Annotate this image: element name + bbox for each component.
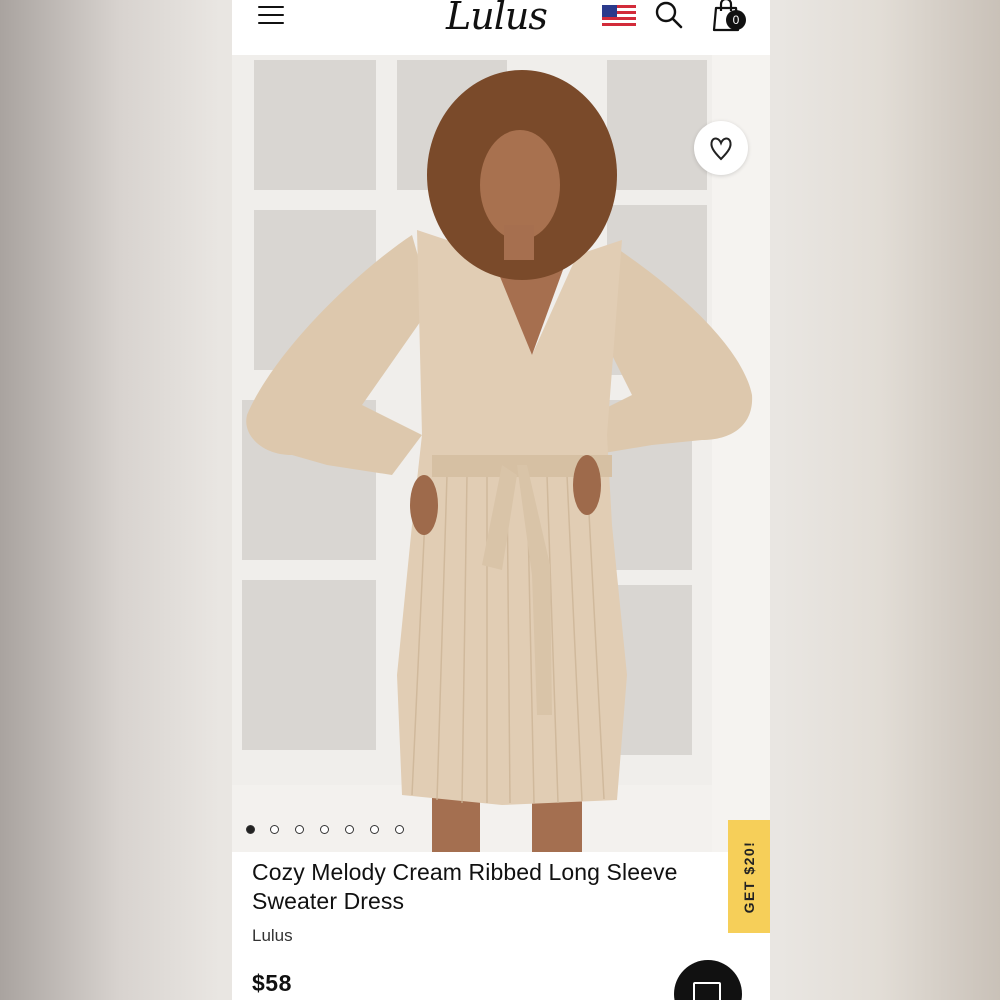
favorite-button[interactable]: [694, 121, 748, 175]
search-icon[interactable]: [654, 0, 684, 30]
menu-icon[interactable]: [258, 4, 286, 26]
product-image[interactable]: [232, 55, 770, 852]
cart-count-badge: 0: [726, 10, 746, 30]
gallery-dot[interactable]: [320, 825, 329, 834]
chat-button[interactable]: [674, 960, 742, 1000]
product-title-line1: Cozy Melody Cream Ribbed Long Sleeve: [252, 859, 678, 885]
product-brand[interactable]: Lulus: [252, 926, 293, 946]
heart-icon: [710, 137, 732, 161]
promo-label: GET $20!: [741, 840, 757, 913]
site-logo[interactable]: Lulus: [446, 0, 548, 38]
gallery-dot[interactable]: [345, 825, 354, 834]
product-title-line2: Sweater Dress: [252, 888, 405, 914]
product-price: $58: [252, 970, 292, 996]
chat-icon: [693, 982, 721, 1000]
mobile-screen: Lulus 0 Cozy Melody Cream Ribbed Long Sl…: [232, 0, 770, 1000]
product-title: Cozy Melody Cream Ribbed Long Sleeve Swe…: [252, 858, 742, 916]
site-header: Lulus 0: [232, 0, 770, 52]
gallery-dot[interactable]: [295, 825, 304, 834]
gallery-dot[interactable]: [370, 825, 379, 834]
gallery-dot[interactable]: [246, 825, 255, 834]
us-flag-icon[interactable]: [602, 5, 636, 29]
promo-tab[interactable]: GET $20!: [728, 820, 770, 933]
gallery-dot[interactable]: [270, 825, 279, 834]
product-photo: [232, 55, 770, 852]
gallery-dot[interactable]: [395, 825, 404, 834]
